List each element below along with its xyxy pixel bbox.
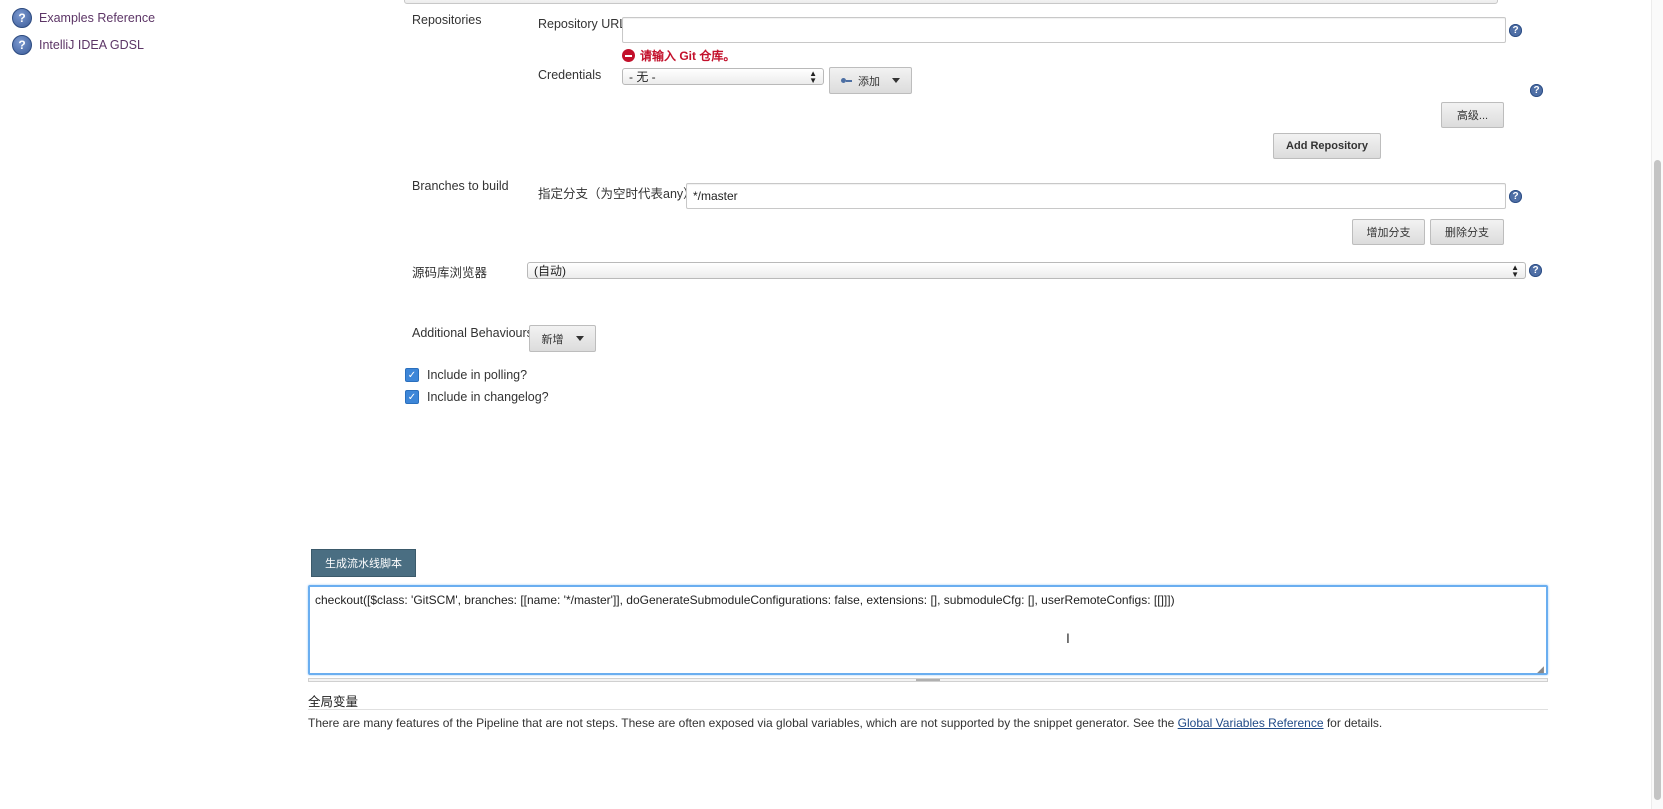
help-icon[interactable]: ? xyxy=(1530,84,1543,97)
key-icon xyxy=(841,78,852,83)
help-icon: ? xyxy=(12,8,32,28)
global-variables-description: There are many features of the Pipeline … xyxy=(308,716,1383,730)
resize-handle-icon[interactable]: ◢ xyxy=(1537,664,1544,675)
include-polling-checkbox[interactable]: ✓ xyxy=(405,368,419,382)
heading-divider xyxy=(308,709,1548,710)
help-icon[interactable]: ? xyxy=(1509,24,1522,37)
branch-specifier-label: 指定分支（为空时代表any） xyxy=(538,187,696,201)
sidebar-item-examples-reference[interactable]: ? Examples Reference xyxy=(12,8,155,28)
generate-pipeline-script-button[interactable]: 生成流水线脚本 xyxy=(311,549,416,577)
select-arrows-icon: ▲ ▼ xyxy=(809,68,817,85)
add-branch-button[interactable]: 增加分支 xyxy=(1352,219,1425,245)
branches-label: Branches to build xyxy=(412,179,509,193)
help-icon[interactable]: ? xyxy=(1509,190,1522,203)
repository-url-input[interactable] xyxy=(622,17,1506,43)
delete-branch-button[interactable]: 删除分支 xyxy=(1430,219,1504,245)
error-icon xyxy=(622,49,635,62)
add-credentials-button[interactable]: 添加 xyxy=(829,67,912,94)
repo-browser-select[interactable]: (自动) ▲ ▼ xyxy=(527,262,1526,279)
credentials-label: Credentials xyxy=(538,68,602,82)
branch-specifier-input[interactable] xyxy=(686,183,1506,209)
help-icon: ? xyxy=(12,35,32,55)
credentials-select[interactable]: - 无 - ▲ ▼ xyxy=(622,68,824,85)
global-variables-reference-link[interactable]: Global Variables Reference xyxy=(1178,716,1324,730)
repo-browser-label: 源码库浏览器 xyxy=(412,266,488,280)
top-select-remnant xyxy=(404,0,1498,4)
repository-url-error: 请输入 Git 仓库。 xyxy=(622,47,735,64)
pipeline-script-output[interactable]: checkout([$class: 'GitSCM', branches: [[… xyxy=(308,585,1548,675)
scrollbar-thumb[interactable] xyxy=(1654,160,1661,800)
advanced-button[interactable]: 高级... xyxy=(1441,102,1504,128)
sidebar-item-intellij-gdsl[interactable]: ? IntelliJ IDEA GDSL xyxy=(12,35,144,55)
additional-behaviours-label: Additional Behaviours xyxy=(412,326,533,340)
include-changelog-checkbox[interactable]: ✓ xyxy=(405,390,419,404)
text-cursor-icon: I xyxy=(1066,630,1070,646)
help-icon[interactable]: ? xyxy=(1529,264,1542,277)
chevron-down-icon xyxy=(575,336,584,341)
global-variables-heading: 全局变量 xyxy=(308,695,359,709)
chevron-down-icon xyxy=(892,78,900,83)
sidebar-item-label: Examples Reference xyxy=(39,11,156,25)
include-changelog-row[interactable]: ✓ Include in changelog? xyxy=(405,390,549,404)
splitter-grip-icon xyxy=(916,679,940,681)
repositories-label: Repositories xyxy=(412,13,482,27)
select-arrows-icon: ▲ ▼ xyxy=(1511,262,1519,279)
include-polling-row[interactable]: ✓ Include in polling? xyxy=(405,368,527,382)
add-behaviour-button[interactable]: 新增 xyxy=(529,325,596,352)
sidebar-item-label: IntelliJ IDEA GDSL xyxy=(39,38,144,52)
add-repository-button[interactable]: Add Repository xyxy=(1273,133,1381,159)
repository-url-label: Repository URL xyxy=(538,17,627,31)
